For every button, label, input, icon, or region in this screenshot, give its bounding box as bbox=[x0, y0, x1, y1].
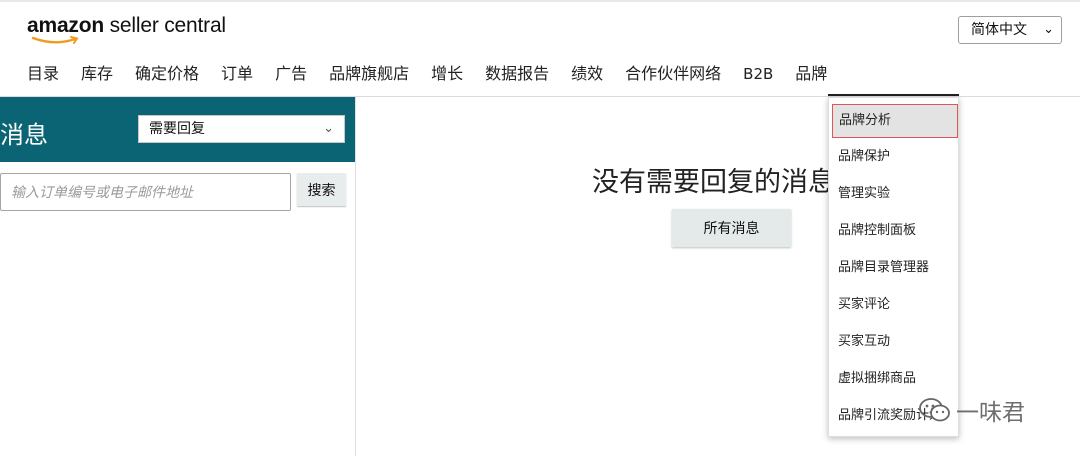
language-select-value: 简体中文 bbox=[971, 22, 1027, 38]
nav-item-catalog[interactable]: 目录 bbox=[16, 62, 70, 88]
nav-item-reports[interactable]: 数据报告 bbox=[474, 62, 560, 88]
menu-item-customer-reviews[interactable]: 买家评论 bbox=[829, 288, 958, 322]
amazon-seller-central-logo[interactable]: amazon seller central bbox=[27, 14, 226, 46]
messages-panel-header: 消息 需要回复 ⌄ bbox=[0, 97, 355, 162]
top-border-line bbox=[0, 0, 1080, 2]
logo-amazon-word: amazon bbox=[27, 14, 104, 37]
nav-item-brands[interactable]: 品牌 bbox=[784, 62, 838, 88]
main-navigation: 目录 库存 确定价格 订单 广告 品牌旗舰店 增长 数据报告 绩效 合作伙伴网络… bbox=[16, 62, 838, 88]
watermark: 一味君 bbox=[918, 395, 1025, 426]
menu-item-manage-experiments[interactable]: 管理实验 bbox=[829, 177, 958, 211]
logo-seller-central-words: seller central bbox=[104, 14, 226, 37]
nav-item-performance[interactable]: 绩效 bbox=[560, 62, 614, 88]
menu-item-brand-analytics[interactable]: 品牌分析 bbox=[832, 104, 958, 138]
nav-item-pricing[interactable]: 确定价格 bbox=[124, 62, 210, 88]
wechat-icon bbox=[919, 398, 950, 422]
watermark-text: 一味君 bbox=[956, 400, 1025, 426]
menu-item-customer-engagement[interactable]: 买家互动 bbox=[829, 325, 958, 359]
menu-item-brand-dashboard[interactable]: 品牌控制面板 bbox=[829, 214, 958, 248]
search-button[interactable]: 搜索 bbox=[297, 173, 346, 206]
nav-item-b2b[interactable]: B2B bbox=[732, 62, 784, 88]
menu-item-brand-protection[interactable]: 品牌保护 bbox=[829, 140, 958, 174]
language-select[interactable]: 简体中文 ⌄ bbox=[958, 16, 1062, 44]
message-filter-value: 需要回复 bbox=[149, 121, 205, 137]
nav-item-partner-network[interactable]: 合作伙伴网络 bbox=[614, 62, 732, 88]
search-input[interactable] bbox=[0, 173, 291, 211]
amazon-smile-icon bbox=[31, 36, 79, 44]
messages-title: 消息 bbox=[0, 121, 48, 149]
nav-item-orders[interactable]: 订单 bbox=[210, 62, 264, 88]
logo-text: amazon seller central bbox=[27, 14, 226, 37]
menu-item-virtual-bundles[interactable]: 虚拟捆绑商品 bbox=[829, 362, 958, 396]
all-messages-button[interactable]: 所有消息 bbox=[672, 209, 791, 247]
chevron-down-icon: ⌄ bbox=[1043, 22, 1054, 37]
panel-divider bbox=[355, 97, 356, 456]
nav-item-growth[interactable]: 增长 bbox=[420, 62, 474, 88]
chevron-down-icon: ⌄ bbox=[323, 121, 334, 136]
nav-item-inventory[interactable]: 库存 bbox=[70, 62, 124, 88]
menu-item-brand-catalog-manager[interactable]: 品牌目录管理器 bbox=[829, 251, 958, 285]
brand-dropdown-menu: 品牌分析 品牌保护 管理实验 品牌控制面板 品牌目录管理器 买家评论 买家互动 … bbox=[828, 97, 959, 437]
nav-item-advertising[interactable]: 广告 bbox=[264, 62, 318, 88]
nav-item-stores[interactable]: 品牌旗舰店 bbox=[318, 62, 420, 88]
message-filter-select[interactable]: 需要回复 ⌄ bbox=[138, 115, 345, 143]
empty-state-message: 没有需要回复的消息 bbox=[592, 167, 832, 198]
